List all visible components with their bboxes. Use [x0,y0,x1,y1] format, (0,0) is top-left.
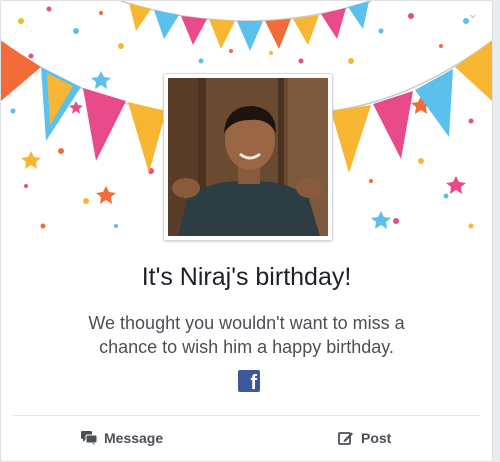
profile-photo [168,78,328,236]
message-label: Message [104,430,164,446]
birthday-title: It's Niraj's birthday! [141,263,352,291]
message-button[interactable]: Message [81,426,163,450]
profile-photo-frame [163,73,333,241]
post-label: Post [361,430,392,446]
chevron-down-icon[interactable]: ⌄ [466,7,480,21]
birthday-card: ⌄ It's Niraj's birthday! We thought you … [0,0,493,462]
action-bar: Message Post [1,416,492,460]
birthday-subtitle: We thought you wouldn't want to miss a c… [88,313,405,357]
message-bubbles-icon [81,431,97,445]
post-button[interactable]: Post [338,426,391,450]
facebook-logo-icon: f [238,370,260,392]
pencil-edit-icon [338,432,353,445]
